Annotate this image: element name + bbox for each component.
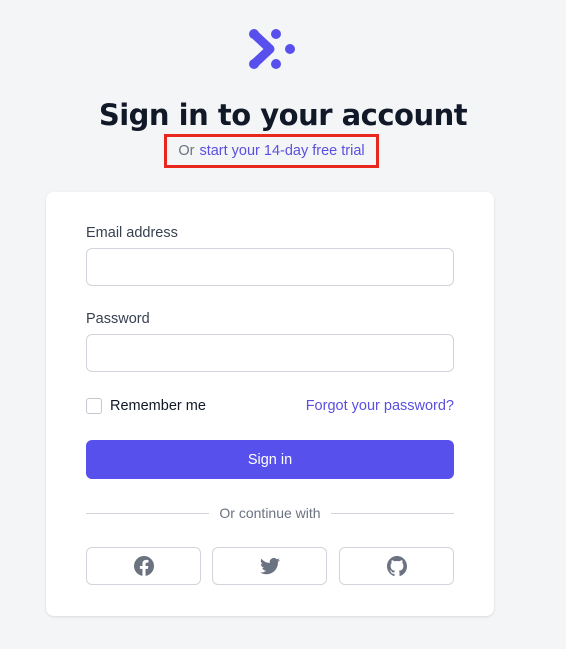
email-field[interactable] [86, 248, 454, 286]
password-label: Password [86, 311, 150, 327]
remember-me-checkbox[interactable] [86, 398, 102, 414]
forgot-password-link[interactable]: Forgot your password? [306, 398, 454, 414]
remember-me-label[interactable]: Remember me [110, 398, 206, 414]
trial-subtitle: Or start your 14-day free trial [164, 134, 379, 168]
divider-line [330, 512, 455, 514]
github-sign-in-button[interactable] [339, 547, 454, 585]
remember-me-row: Remember me [86, 397, 206, 415]
facebook-icon [133, 556, 154, 576]
brand-logo-icon [249, 29, 295, 69]
password-field[interactable] [86, 334, 454, 372]
subtitle-prefix: Or [178, 143, 195, 159]
facebook-sign-in-button[interactable] [86, 547, 201, 585]
email-label: Email address [86, 225, 178, 241]
sign-in-page: Sign in to your account Or start your 14… [0, 0, 566, 649]
social-divider: Or continue with [86, 503, 455, 523]
page-title: Sign in to your account [98, 98, 468, 132]
divider-line [86, 512, 210, 514]
divider-text: Or continue with [219, 505, 321, 521]
free-trial-link[interactable]: start your 14-day free trial [199, 143, 364, 159]
twitter-icon [259, 557, 280, 575]
sign-in-card: Email address Password Remember me Forgo… [46, 192, 494, 616]
github-icon [386, 556, 407, 576]
sign-in-button[interactable]: Sign in [86, 440, 454, 479]
twitter-sign-in-button[interactable] [212, 547, 327, 585]
